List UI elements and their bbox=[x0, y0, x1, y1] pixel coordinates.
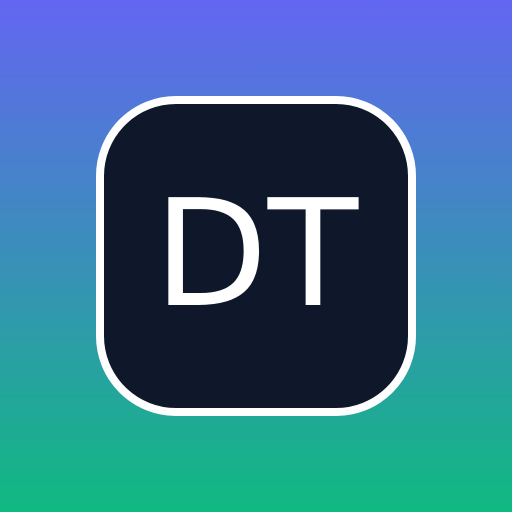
monogram-tile: DT bbox=[96, 96, 416, 416]
monogram-initials: DT bbox=[153, 168, 359, 340]
app-icon-canvas: DT bbox=[0, 0, 512, 512]
